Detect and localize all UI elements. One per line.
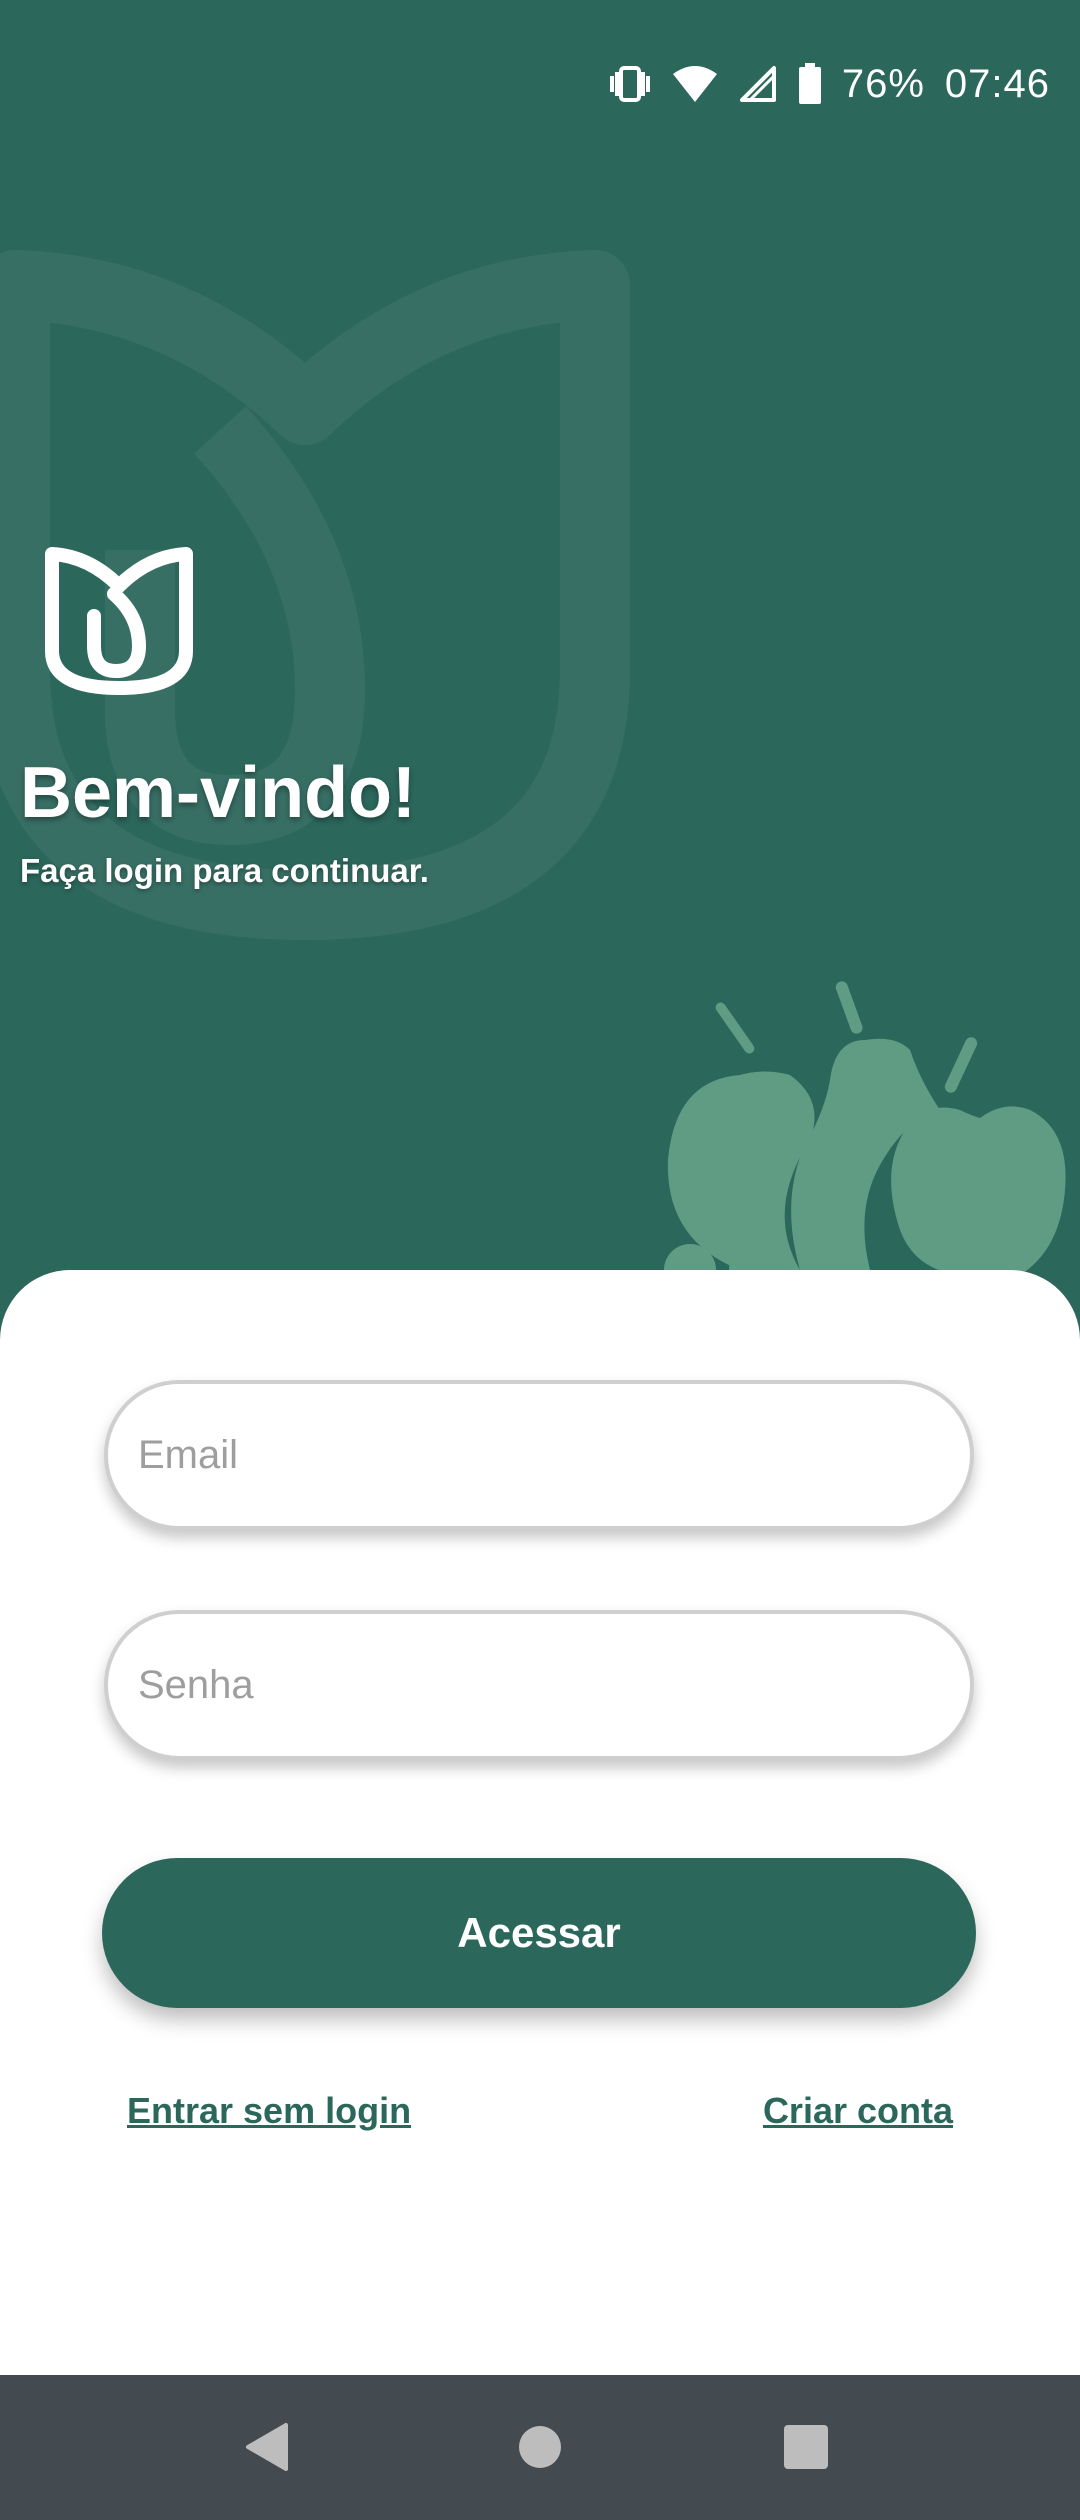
login-button[interactable]: Acessar xyxy=(102,1858,976,2008)
guest-login-link[interactable]: Entrar sem login xyxy=(127,2090,411,2132)
clock: 07:46 xyxy=(944,61,1050,106)
fruits-illustration xyxy=(664,981,1066,1290)
password-field[interactable] xyxy=(104,1610,974,1760)
email-input[interactable] xyxy=(136,1431,970,1479)
login-button-label: Acessar xyxy=(457,1909,621,1956)
home-icon[interactable] xyxy=(510,2417,570,2477)
login-card: Acessar Entrar sem login Criar conta xyxy=(0,1270,1080,2375)
recents-icon[interactable] xyxy=(776,2417,836,2477)
email-field[interactable] xyxy=(104,1380,974,1530)
header-banner: 76% 07:46 Bem-vindo! Faça login para con… xyxy=(0,0,1080,1290)
page-title: Bem-vindo! xyxy=(20,753,416,833)
wifi-icon xyxy=(672,66,717,102)
status-bar: 76% 07:46 xyxy=(0,0,1080,170)
vibrate-icon xyxy=(609,66,650,102)
signal-icon xyxy=(739,66,776,102)
password-input[interactable] xyxy=(136,1661,970,1709)
battery-percentage: 76% xyxy=(841,61,925,106)
create-account-link[interactable]: Criar conta xyxy=(763,2090,953,2132)
battery-icon xyxy=(798,63,821,104)
system-navigation-bar xyxy=(0,2375,1080,2520)
page-subtitle: Faça login para continuar. xyxy=(20,852,429,889)
app-logo xyxy=(45,547,193,695)
back-icon[interactable] xyxy=(240,2417,300,2477)
